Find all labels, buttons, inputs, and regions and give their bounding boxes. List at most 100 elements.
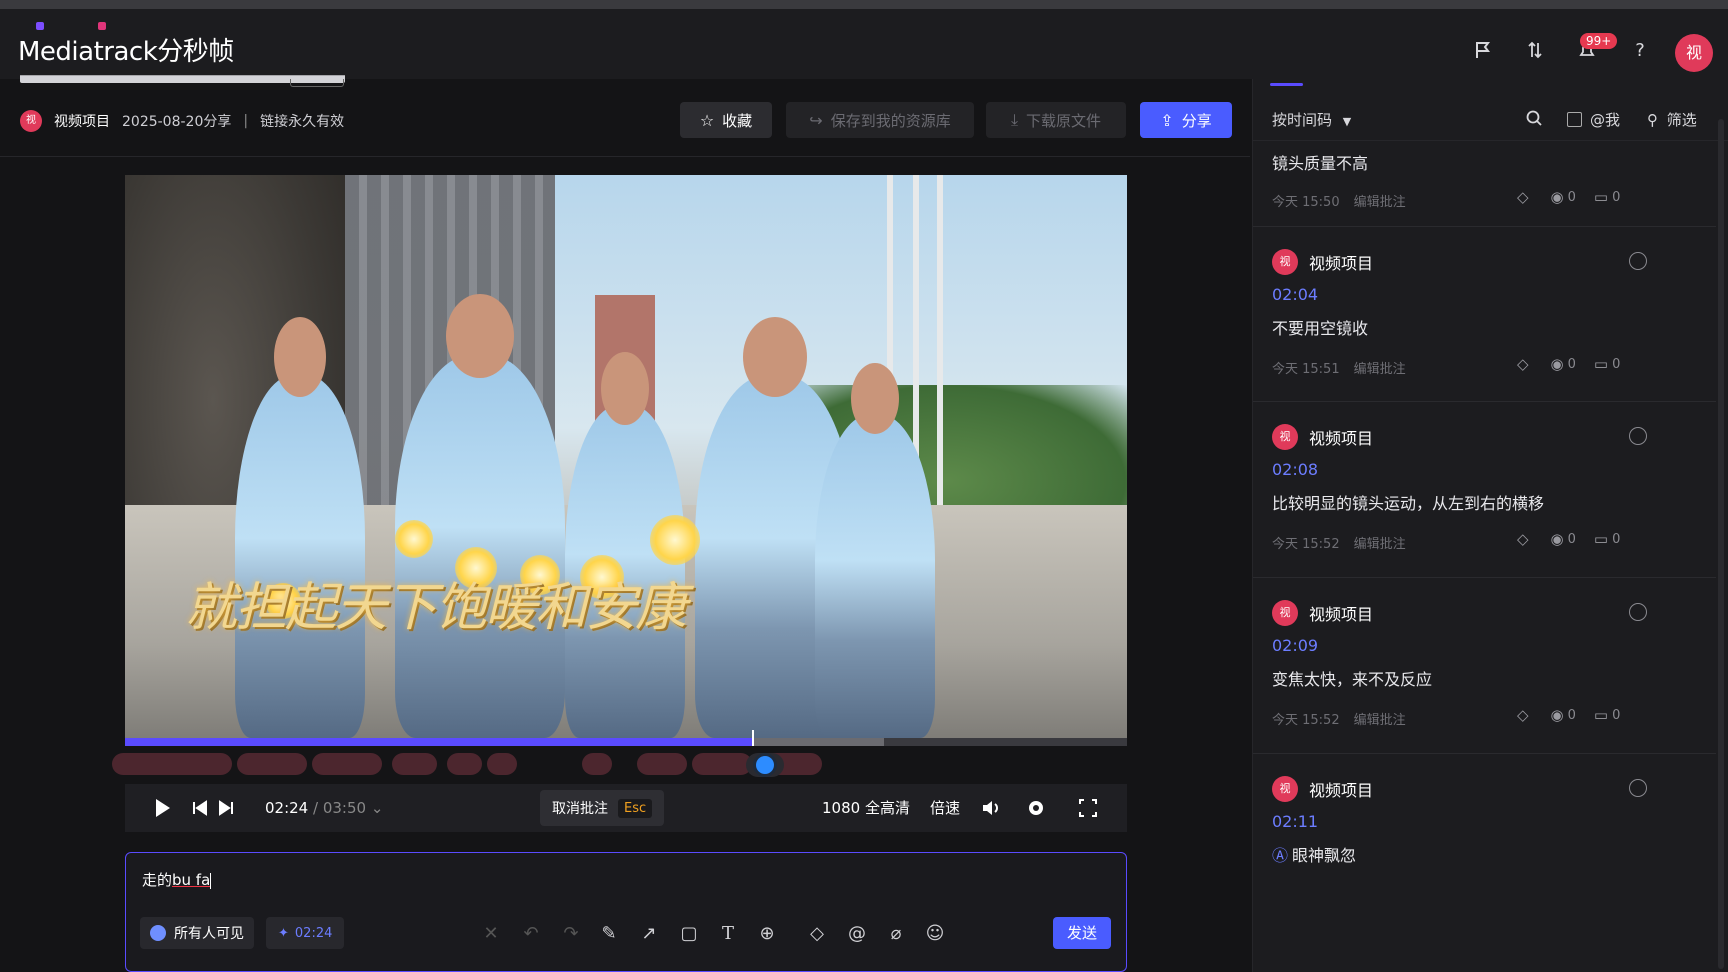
replies-count[interactable]: ▭ 0 xyxy=(1594,530,1620,548)
comment-card[interactable]: 视 视频项目 02:08 比较明显的镜头运动，从左到右的横移 今天 15:52 编… xyxy=(1253,402,1716,578)
replies-count[interactable]: ▭ 0 xyxy=(1594,706,1620,724)
search-icon[interactable] xyxy=(1525,109,1543,127)
freehand-pen-icon[interactable]: ✎ xyxy=(596,921,622,947)
tag-icon[interactable]: ◇ xyxy=(1517,706,1533,724)
video-frame[interactable]: 就担起天下饱暖和安康 xyxy=(125,175,1127,738)
comment-card[interactable]: 镜头质量不高 今天 15:50 编辑批注 ◇ ◉ 0 ▭ 0 xyxy=(1253,142,1716,227)
resolve-radio[interactable] xyxy=(1629,252,1647,270)
mention-icon[interactable]: @ xyxy=(844,921,870,947)
quality-selector[interactable]: 1080 全高清 xyxy=(822,796,910,820)
comment-card[interactable]: 视 视频项目 02:11 Ⓐ 眼神飘忽 xyxy=(1253,754,1716,972)
reply-icon: ▭ xyxy=(1593,188,1609,206)
annotation-marker[interactable] xyxy=(487,753,517,775)
replies-count[interactable]: ▭ 0 xyxy=(1594,355,1620,373)
next-frame-icon[interactable] xyxy=(217,796,235,820)
comment-input[interactable]: 走的bu fa xyxy=(142,869,212,890)
annotation-marker[interactable] xyxy=(692,753,752,775)
tag-icon[interactable]: ◇ xyxy=(1517,188,1533,206)
edit-comment-link[interactable]: 编辑批注 xyxy=(1354,537,1406,552)
timestamp-pin-button[interactable]: ✦ 02:24 xyxy=(266,917,345,949)
settings-gear-icon[interactable] xyxy=(1025,796,1047,820)
comment-card[interactable]: 视 视频项目 02:09 变焦太快，来不及反应 今天 15:52 编辑批注 ◇ ◉… xyxy=(1253,578,1716,754)
tag-icon[interactable]: ◇ xyxy=(1517,530,1533,548)
views-count[interactable]: ◉ 0 xyxy=(1551,188,1576,206)
annotation-marker[interactable] xyxy=(112,753,232,775)
edit-comment-link[interactable]: 编辑批注 xyxy=(1354,362,1406,377)
help-icon[interactable]: ? xyxy=(1628,39,1652,63)
comments-scrollbar[interactable] xyxy=(1718,119,1724,969)
share-button[interactable]: ⇪ 分享 xyxy=(1140,102,1232,138)
project-name[interactable]: 视频项目 xyxy=(54,111,110,131)
reply-icon: ▭ xyxy=(1593,706,1609,724)
replies-count[interactable]: ▭ 0 xyxy=(1594,188,1620,206)
annotation-marker[interactable] xyxy=(637,753,687,775)
transfer-icon[interactable] xyxy=(1524,39,1548,63)
sort-selector[interactable]: 按时间码 ▼ xyxy=(1272,109,1351,130)
brand-logo[interactable]: Mediatrack分秒帧 xyxy=(18,22,234,68)
crosshair-tool-icon[interactable]: ⊕ xyxy=(754,921,780,947)
comment-stats: ◇ ◉ 0 ▭ 0 xyxy=(1517,188,1620,206)
cancel-annotation-label: 取消批注 xyxy=(552,801,608,817)
annotation-marker[interactable] xyxy=(392,753,437,775)
comment-timecode[interactable]: 02:11 xyxy=(1272,812,1318,831)
edit-comment-link[interactable]: 编辑批注 xyxy=(1354,195,1406,210)
speed-selector[interactable]: 倍速 xyxy=(930,796,960,820)
views-count[interactable]: ◉ 0 xyxy=(1551,706,1576,724)
resolve-radio[interactable] xyxy=(1629,779,1647,797)
rectangle-tool-icon[interactable]: ▢ xyxy=(676,921,702,947)
progress-bar[interactable] xyxy=(125,730,1127,746)
annotation-marker[interactable] xyxy=(312,753,382,775)
views-count[interactable]: ◉ 0 xyxy=(1551,530,1576,548)
chevron-down-icon[interactable]: ⌄ xyxy=(371,799,384,817)
share-meta: 视 视频项目 2025-08-20分享 | 链接永久有效 xyxy=(20,109,344,133)
attachment-icon[interactable]: ⌀ xyxy=(883,921,909,947)
views-count[interactable]: ◉ 0 xyxy=(1551,355,1576,373)
volume-icon[interactable] xyxy=(980,796,1002,820)
arrow-tool-icon[interactable]: ↗ xyxy=(636,921,662,947)
share-label: 分享 xyxy=(1181,111,1212,130)
prev-frame-icon[interactable] xyxy=(191,796,209,820)
favorite-button[interactable]: ☆ 收藏 xyxy=(680,102,772,138)
annotation-marker[interactable] xyxy=(582,753,612,775)
save-to-library-button[interactable]: ↪ 保存到我的资源库 xyxy=(786,102,974,138)
comment-timecode[interactable]: 02:09 xyxy=(1272,636,1318,655)
comment-composer[interactable]: 走的bu fa 所有人可见 ✦ 02:24 ✕ ↶ ↷ ✎ ↗ ▢ T ⊕ ◇ … xyxy=(125,852,1127,972)
eye-icon: ◉ xyxy=(1550,706,1564,724)
send-button[interactable]: 发送 xyxy=(1053,917,1111,949)
comment-timecode[interactable]: 02:08 xyxy=(1272,460,1318,479)
video-person-head xyxy=(601,351,649,425)
progress-playhead[interactable] xyxy=(752,730,755,746)
emoji-icon[interactable]: ☺ xyxy=(922,921,948,947)
flag-icon[interactable] xyxy=(1472,39,1496,63)
clear-icon[interactable]: ✕ xyxy=(478,921,504,947)
filter-button[interactable]: ⚲ 筛选 xyxy=(1647,109,1697,130)
tag-icon[interactable]: ◇ xyxy=(804,921,830,947)
download-button[interactable]: ⤓ 下载原文件 xyxy=(986,102,1126,138)
text-tool-icon[interactable]: T xyxy=(715,921,741,947)
comment-card[interactable]: 视 视频项目 02:04 不要用空镜收 今天 15:51 编辑批注 ◇ ◉ 0 ▭ 0 xyxy=(1253,227,1716,402)
text-caret xyxy=(210,872,212,889)
time-display[interactable]: 02:24 / 03:50 ⌄ xyxy=(265,796,383,820)
current-annotation-pin[interactable] xyxy=(746,753,784,777)
comment-footer: 今天 15:52 编辑批注 xyxy=(1272,709,1406,728)
undo-icon[interactable]: ↶ xyxy=(518,921,544,947)
at-me-checkbox[interactable]: @我 xyxy=(1567,109,1620,130)
resolve-radio[interactable] xyxy=(1629,603,1647,621)
ime-composition: bu fa xyxy=(172,871,211,889)
checkbox-box[interactable] xyxy=(1567,112,1582,127)
resolve-radio[interactable] xyxy=(1629,427,1647,445)
annotation-marker[interactable] xyxy=(447,753,482,775)
play-icon[interactable] xyxy=(151,796,173,820)
edit-comment-link[interactable]: 编辑批注 xyxy=(1354,713,1406,728)
comment-timecode[interactable]: 02:04 xyxy=(1272,285,1318,304)
annotation-marker[interactable] xyxy=(237,753,307,775)
comment-text: 变焦太快，来不及反应 xyxy=(1272,670,1433,689)
visibility-selector[interactable]: 所有人可见 xyxy=(140,917,254,949)
tag-icon[interactable]: ◇ xyxy=(1517,355,1533,373)
comment-text: 比较明显的镜头运动，从左到右的横移 xyxy=(1272,494,1545,513)
redo-icon[interactable]: ↷ xyxy=(558,921,584,947)
fullscreen-icon[interactable] xyxy=(1077,796,1099,820)
globe-icon xyxy=(150,925,166,941)
user-avatar[interactable]: 视 xyxy=(1675,34,1713,72)
cancel-annotation-button[interactable]: 取消批注 Esc xyxy=(540,790,665,826)
